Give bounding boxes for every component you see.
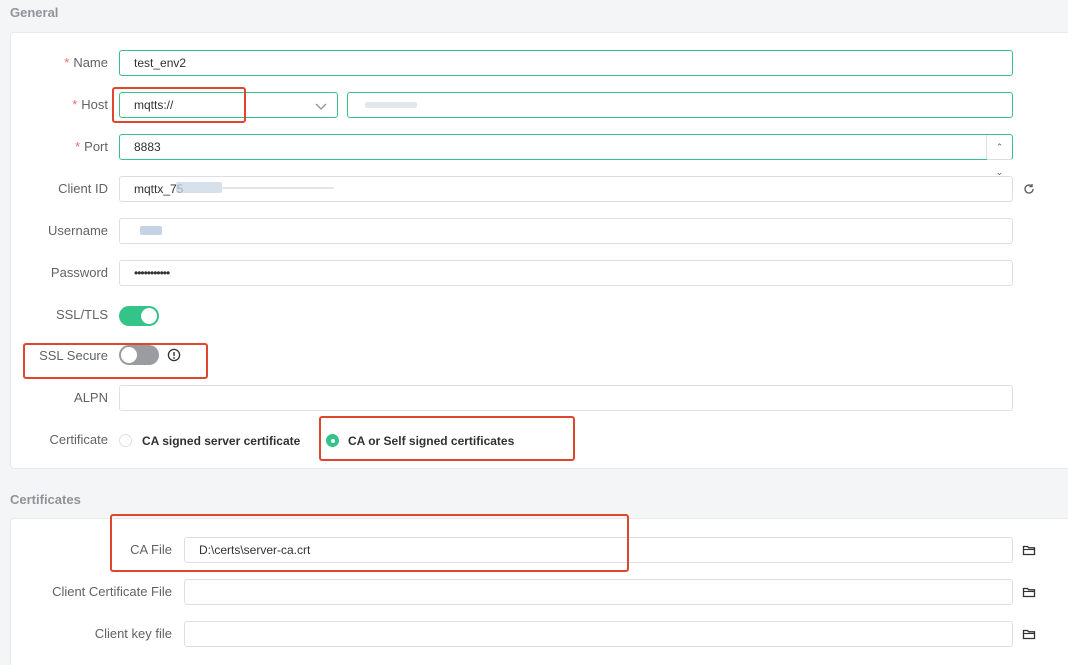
client-id-label: Client ID [58,181,108,196]
username-input[interactable] [119,218,1013,244]
highlight-self-signed [319,416,575,461]
password-input[interactable]: ••••••••••• [119,260,1013,286]
redacted-client-id [176,182,222,193]
alpn-input[interactable] [119,385,1013,411]
highlight-host-protocol [112,87,246,123]
radio-ca-signed-label[interactable]: CA signed server certificate [142,434,300,448]
client-key-label: Client key file [94,626,172,641]
client-cert-input[interactable] [184,579,1013,605]
client-cert-label: Client Certificate File [52,584,172,599]
highlight-ssl-secure [23,343,208,379]
alpn-label: ALPN [74,390,108,405]
certificates-section-title: Certificates [10,492,81,507]
ssl-tls-label: SSL/TLS [55,307,108,322]
password-label: Password [50,265,108,280]
name-input[interactable]: test_env2 [119,50,1013,76]
folder-icon[interactable] [1022,543,1036,557]
redacted-username [140,226,162,235]
chevron-down-icon[interactable] [315,100,327,112]
port-label: * Port [75,139,108,154]
host-address-input[interactable] [347,92,1013,118]
port-stepper[interactable]: ⌃ ⌄ [986,135,1012,177]
general-section-title: General [10,5,59,20]
ssl-tls-toggle[interactable] [119,306,159,326]
client-id-input[interactable]: mqttx_75 [119,176,1013,202]
increment-icon[interactable]: ⌃ [987,135,1012,160]
folder-icon[interactable] [1022,585,1036,599]
username-label: Username [48,223,108,238]
host-label: * Host [72,97,108,112]
certificate-label: Certificate [49,432,108,447]
folder-icon[interactable] [1022,627,1036,641]
radio-ca-signed[interactable] [119,434,132,447]
highlight-ca-file [110,514,629,572]
port-value: 8883 [134,140,161,154]
port-input[interactable]: 8883 ⌃ ⌄ [119,134,1013,177]
redacted-host [365,102,417,108]
refresh-icon[interactable] [1022,182,1036,196]
name-label: * Name [64,55,108,70]
redacted-client-id-line [222,187,334,189]
client-key-input[interactable] [184,621,1013,647]
